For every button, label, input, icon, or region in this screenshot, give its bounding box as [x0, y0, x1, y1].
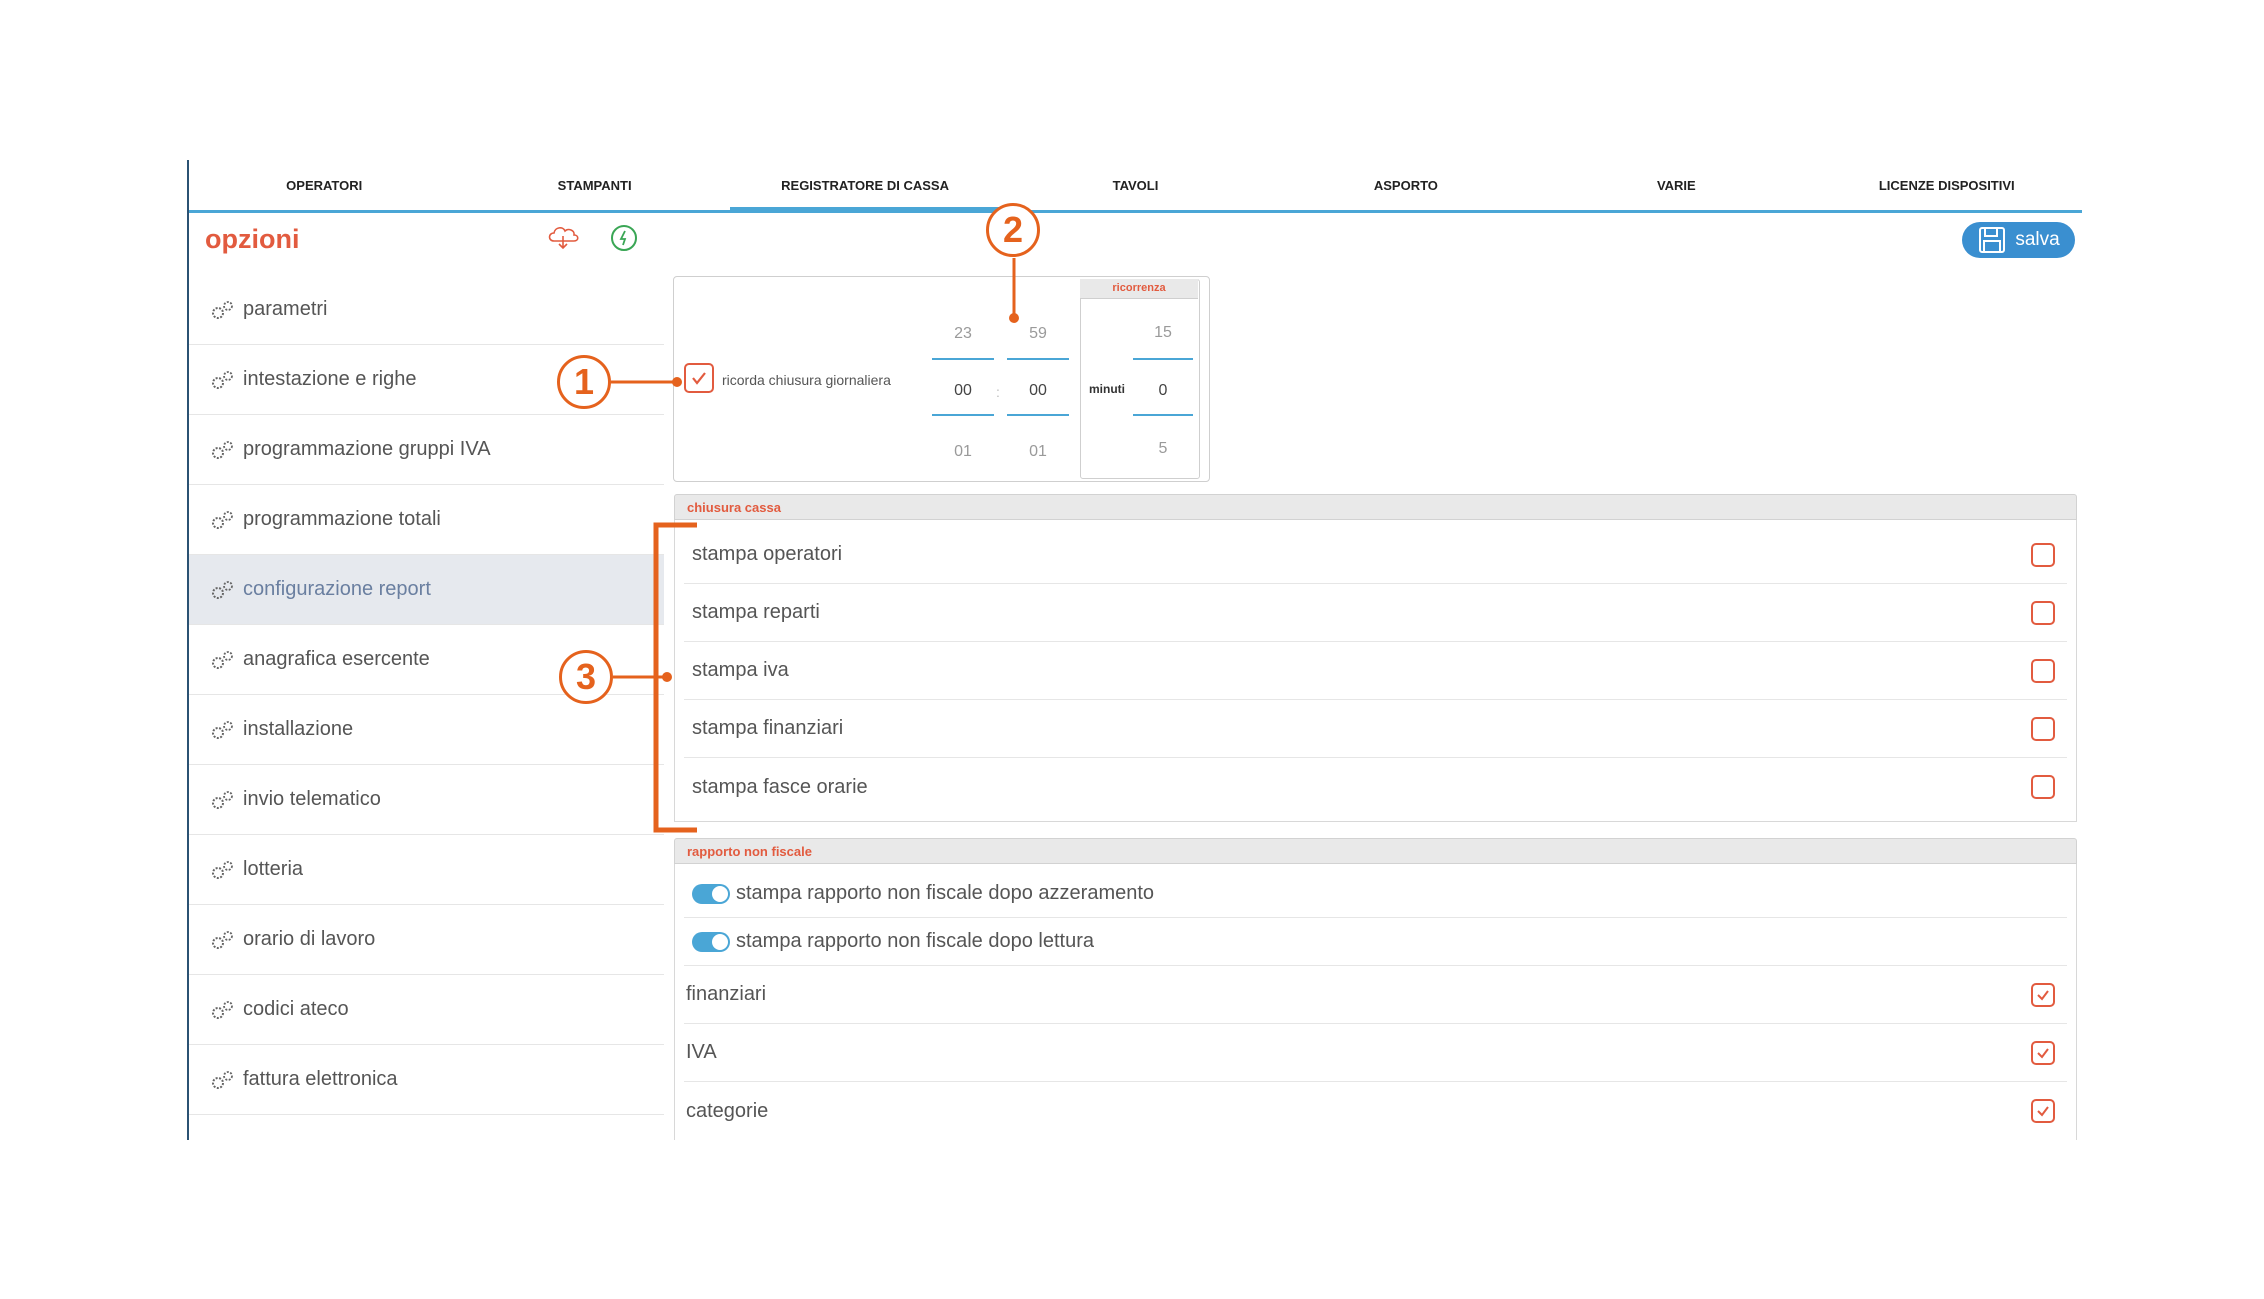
annotation-lines — [611, 258, 1019, 833]
annotation-badge-2: 2 — [986, 203, 1040, 257]
annotation-badge-1: 1 — [557, 355, 611, 409]
annotation-badge-3: 3 — [559, 650, 613, 704]
app-frame: OPERATORI STAMPANTI REGISTRATORE DI CASS… — [187, 160, 2082, 1140]
